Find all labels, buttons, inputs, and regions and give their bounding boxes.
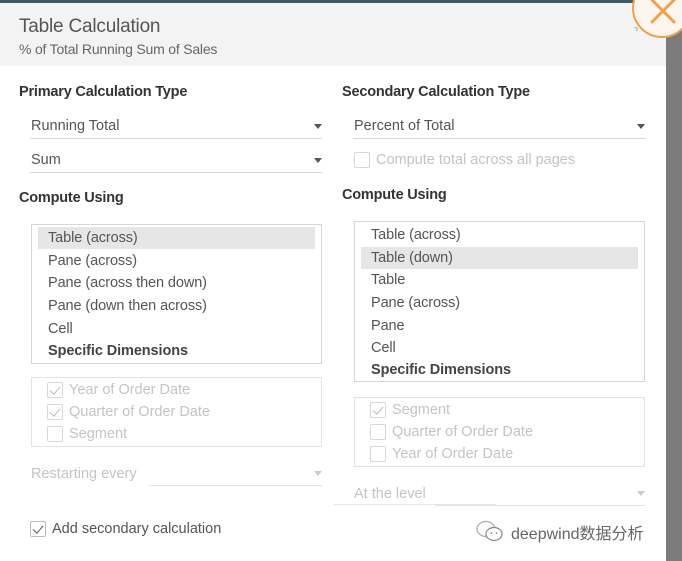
watermark-text: deepwind数据分析: [511, 526, 644, 543]
checkbox[interactable]: [47, 382, 63, 398]
list-item[interactable]: Specific Dimensions: [38, 340, 315, 362]
aggregation-select[interactable]: Sum: [30, 149, 322, 173]
secondary-compute-using-list[interactable]: Table (across) Table (down) Table Pane (…: [354, 221, 645, 382]
add-secondary-checkbox[interactable]: [30, 521, 46, 537]
add-secondary-label: Add secondary calculation: [52, 521, 222, 537]
dimension-label: Segment: [69, 426, 128, 442]
dimension-label: Segment: [392, 402, 451, 418]
list-item[interactable]: Pane (across): [38, 250, 315, 272]
secondary-calc-type-select[interactable]: Percent of Total: [353, 115, 645, 139]
at-the-level-select[interactable]: [435, 482, 645, 506]
secondary-compute-using-label: Compute Using: [342, 187, 447, 203]
list-item[interactable]: Cell: [38, 318, 315, 340]
dimension-item-quarter[interactable]: Quarter of Order Date: [370, 424, 533, 440]
primary-dimensions-list: Year of Order Date Quarter of Order Date…: [31, 377, 322, 447]
dropdown-arrow-icon: [314, 124, 322, 129]
compute-total-checkbox-row[interactable]: Compute total across all pages: [354, 152, 575, 168]
list-item[interactable]: Pane (across then down): [38, 272, 315, 294]
aggregation-value: Sum: [31, 152, 61, 168]
checkbox[interactable]: [370, 424, 386, 440]
list-item[interactable]: Pane: [361, 315, 638, 337]
dimension-label: Year of Order Date: [69, 382, 191, 398]
dimension-item-segment[interactable]: Segment: [370, 402, 450, 418]
primary-calc-type-label: Primary Calculation Type: [19, 84, 188, 100]
secondary-calc-type-value: Percent of Total: [354, 118, 455, 134]
close-icon: [650, 0, 676, 24]
dimension-item-segment[interactable]: Segment: [47, 426, 127, 442]
restarting-every-label: Restarting every: [31, 466, 137, 482]
list-item[interactable]: Table (down): [361, 247, 638, 269]
list-item[interactable]: Pane (across): [361, 292, 638, 314]
background-strip: [666, 3, 682, 561]
dimension-item-year[interactable]: Year of Order Date: [370, 446, 513, 462]
dimension-label: Quarter of Order Date: [69, 404, 211, 420]
checkbox[interactable]: [47, 426, 63, 442]
list-item[interactable]: Cell: [361, 337, 638, 359]
list-item[interactable]: Table (across): [361, 224, 638, 246]
watermark: deepwind数据分析: [475, 519, 644, 545]
dialog-header: Table Calculation % of Total Running Sum…: [0, 3, 666, 66]
dimension-item-quarter[interactable]: Quarter of Order Date: [47, 404, 210, 420]
dialog-title: Table Calculation: [19, 16, 161, 37]
dimension-item-year[interactable]: Year of Order Date: [47, 382, 190, 398]
dialog-subtitle: % of Total Running Sum of Sales: [19, 41, 218, 57]
dropdown-arrow-icon: [314, 471, 322, 476]
list-item[interactable]: Pane (down then across): [38, 295, 315, 317]
primary-calc-type-value: Running Total: [31, 118, 120, 134]
checkbox[interactable]: [370, 446, 386, 462]
secondary-dimensions-list: Segment Quarter of Order Date Year of Or…: [354, 397, 645, 467]
checkbox[interactable]: [47, 404, 63, 420]
secondary-calc-type-label: Secondary Calculation Type: [342, 84, 530, 100]
add-secondary-calc-checkbox-row[interactable]: Add secondary calculation: [30, 521, 221, 537]
divider: [334, 504, 496, 505]
list-item[interactable]: Specific Dimensions: [361, 359, 638, 381]
checkbox[interactable]: [370, 402, 386, 418]
compute-total-checkbox[interactable]: [354, 152, 370, 168]
list-item[interactable]: Table (across): [38, 227, 315, 249]
restarting-every-select[interactable]: [149, 462, 322, 486]
primary-compute-using-label: Compute Using: [19, 190, 124, 206]
dropdown-arrow-icon: [637, 491, 645, 496]
list-item[interactable]: Table: [361, 269, 638, 291]
primary-calc-type-select[interactable]: Running Total: [30, 115, 322, 139]
wechat-icon: [476, 520, 503, 542]
at-the-level-label: At the level: [354, 486, 426, 502]
dimension-label: Year of Order Date: [392, 446, 514, 462]
compute-total-label: Compute total across all pages: [376, 152, 576, 168]
dropdown-arrow-icon: [637, 124, 645, 129]
dropdown-arrow-icon: [314, 158, 322, 163]
primary-compute-using-list[interactable]: Table (across) Pane (across) Pane (acros…: [31, 224, 322, 364]
dimension-label: Quarter of Order Date: [392, 424, 534, 440]
